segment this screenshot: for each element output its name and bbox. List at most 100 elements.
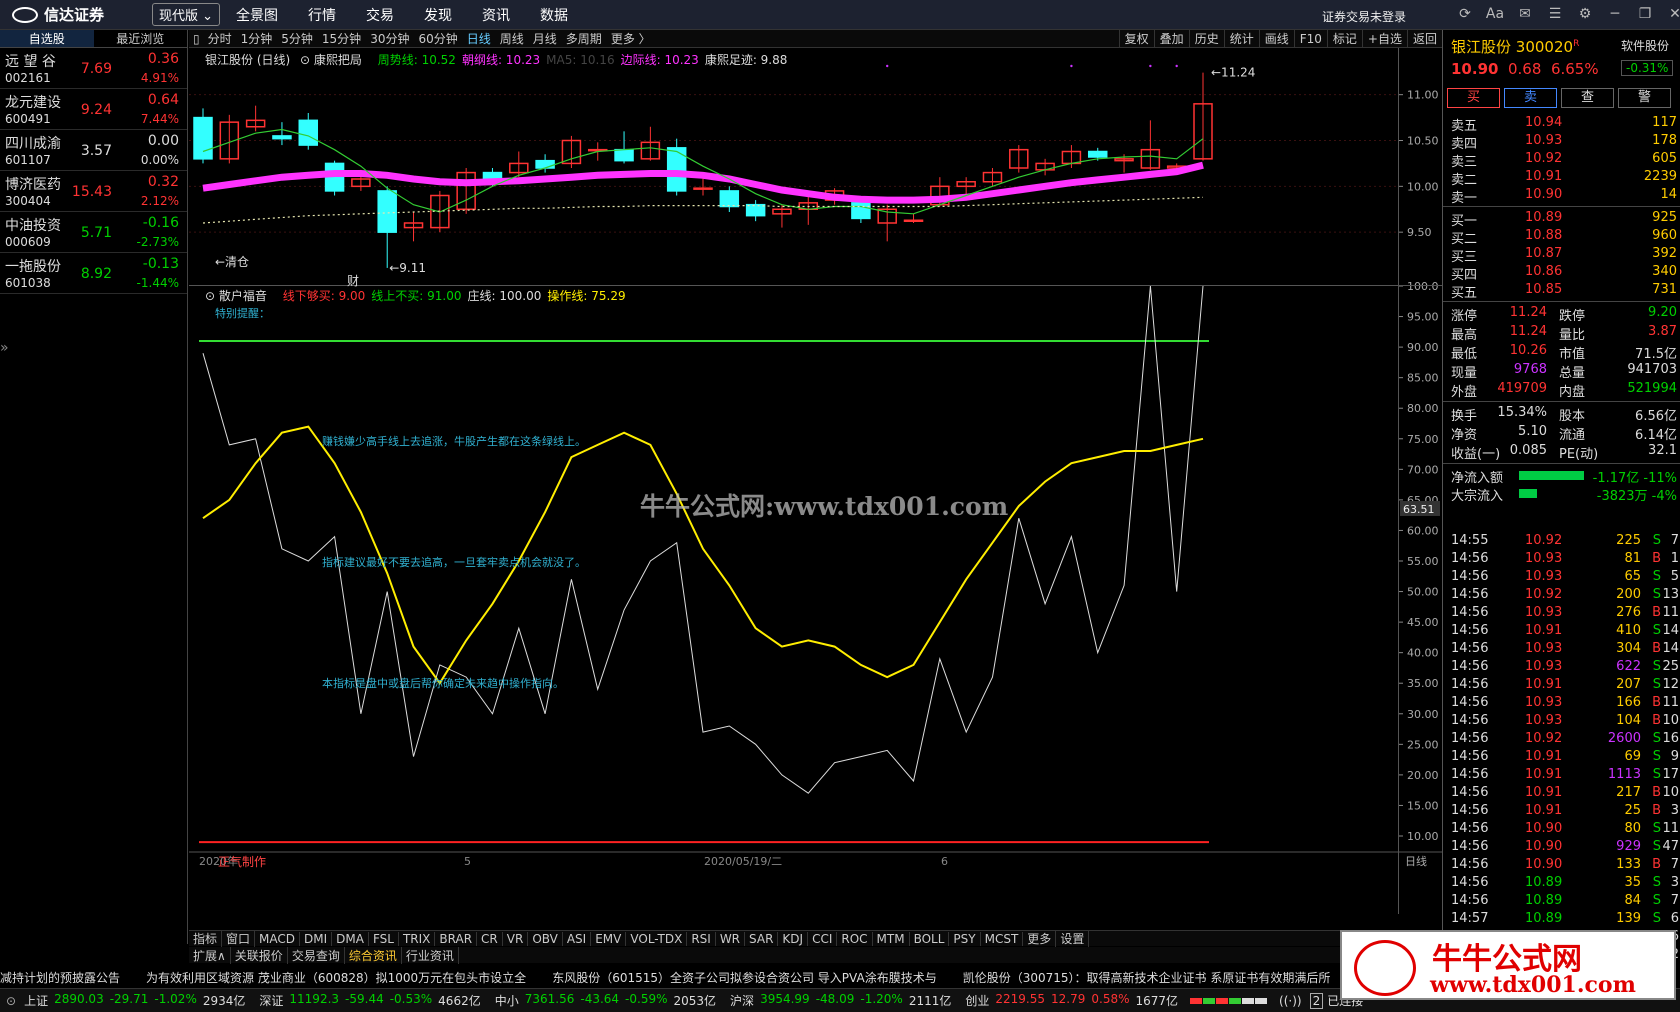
chart-tool-button[interactable]: +自选 [1361,30,1407,48]
info-tab[interactable]: 关联报价 [231,946,288,964]
indicator-tab[interactable]: TRIX [399,931,436,946]
menu-quotes[interactable]: 行情 [308,5,336,25]
ask-row[interactable]: 卖五 10.94 117 [1443,114,1680,134]
indicator-tab[interactable]: DMA [332,931,369,946]
period-tab[interactable]: 分时 [208,30,232,47]
refresh-icon[interactable]: ⟳ [1450,6,1480,22]
toggle-icon[interactable]: ▯ [193,32,200,46]
watchlist-row[interactable]: 龙元建设 600491 9.24 0.64 7.44% [0,89,187,130]
news-item[interactable]: 为有效利用区域资源 茂业商业（600828）拟1000万元在包头市设立全 [146,971,526,985]
bid-row[interactable]: 买四 10.86 340 [1443,263,1680,283]
indicator-tab[interactable]: PSY [949,931,981,946]
watchlist-row[interactable]: 一拖股份 601038 8.92 -0.13 -1.44% [0,253,187,294]
candle-body[interactable] [298,119,319,146]
menu-news[interactable]: 资讯 [482,5,510,25]
login-status[interactable]: 证券交易未登录 [1322,8,1406,25]
buy-button[interactable]: 买 [1447,88,1500,108]
ask-row[interactable]: 卖二 10.91 2239 [1443,168,1680,188]
candle-body[interactable] [535,159,555,169]
indicator-tab[interactable]: 指标 [189,930,223,947]
indicator-tab[interactable]: DMI [300,931,333,946]
status-toggle-icon[interactable]: ⊙ [6,994,16,1008]
candle-body[interactable] [903,219,924,222]
minimize-icon[interactable]: ─ [1600,6,1630,22]
chart-tool-button[interactable]: 标记 [1326,30,1362,48]
indicator-tab[interactable]: ROC [837,931,873,946]
query-button[interactable]: 查 [1561,88,1614,108]
indicator-tab[interactable]: OBV [528,931,563,946]
candle-body[interactable] [193,116,213,160]
candle-body[interactable] [666,147,687,192]
ask-row[interactable]: 卖四 10.93 178 [1443,132,1680,152]
index-item[interactable]: 创业 2219.55 12.79 0.58% 1677亿 [965,992,1184,1009]
indicator-tab[interactable]: MACD [255,931,301,946]
watchlist-row[interactable]: 博济医药 300404 15.43 0.32 2.12% [0,171,187,212]
chart-tool-button[interactable]: F10 [1293,30,1327,48]
chart-tool-button[interactable]: 返回 [1406,30,1442,48]
menu-discover[interactable]: 发现 [424,5,452,25]
close-icon[interactable]: ✕ [1660,6,1680,22]
indicator-tab[interactable]: MCST [981,931,1024,946]
period-tab[interactable]: 月线 [533,30,557,47]
index-item[interactable]: 深证 11192.3 -59.44 -0.53% 4662亿 [259,992,486,1009]
indicator-tab[interactable]: 窗口 [222,930,256,947]
indicator-tab[interactable]: CCI [808,931,838,946]
pane-separator[interactable] [189,285,1442,286]
indicator-tab[interactable]: MTM [873,931,910,946]
index-item[interactable]: 中小 7361.56 -43.64 -0.59% 2053亿 [495,992,722,1009]
chart-tool-button[interactable]: 统计 [1223,30,1259,48]
indicator-tab[interactable]: RSI [687,931,716,946]
indicator-tab[interactable]: EMV [591,931,627,946]
chart-tool-button[interactable]: 复权 [1118,30,1154,48]
menu-panorama[interactable]: 全景图 [236,5,278,25]
font-icon[interactable]: Aa [1480,6,1510,22]
indicator-tab[interactable]: SAR [745,931,779,946]
indicator-tab[interactable]: CR [477,931,503,946]
news-item[interactable]: 凯伦股份（300715）：取得高新技术企业证书 系原证书有效期满后所 [963,971,1331,985]
index-item[interactable]: 沪深 3954.99 -48.09 -1.20% 2111亿 [730,992,957,1009]
indicator-tab[interactable]: ASI [563,931,592,946]
ad-banner[interactable]: 牛牛公式网 www.tdx001.com [1340,930,1676,1000]
chart-tool-button[interactable]: 历史 [1188,30,1224,48]
news-item[interactable]: 东风股份（601515）全资子公司拟参设合资公司 导入PVA涂布膜技术与 [552,971,937,985]
indicator-tab[interactable]: WR [716,931,746,946]
chart-tool-button[interactable]: 叠加 [1153,30,1189,48]
tab-recent[interactable]: 最近浏览 [94,30,188,47]
candle-body[interactable] [272,135,292,140]
candle-body[interactable] [377,190,397,233]
candle-body[interactable] [745,203,766,217]
period-tab[interactable]: 1分钟 [241,30,273,47]
indicator-tab[interactable]: 设置 [1056,930,1090,947]
alert-button[interactable]: 警 [1618,88,1671,108]
watchlist-row[interactable]: 中油投资 000609 5.71 -0.16 -2.73% [0,212,187,253]
indicator-select[interactable]: ⊙ 康熙把局 [300,53,368,67]
period-tab[interactable]: 周线 [500,30,524,47]
info-tab[interactable]: 行业资讯 [402,946,459,964]
mail-icon[interactable]: ✉ [1510,6,1540,22]
bid-row[interactable]: 买三 10.87 392 [1443,245,1680,265]
info-tab[interactable]: 扩展∧ [189,946,231,964]
indicator-tab[interactable]: BRAR [435,931,478,946]
period-tab[interactable]: 30分钟 [370,30,409,47]
indicator-tab[interactable]: 更多 [1023,930,1057,947]
chart-tool-button[interactable]: 画线 [1258,30,1294,48]
settings-icon[interactable]: ⚙ [1570,6,1600,22]
version-select[interactable]: 现代版 ⌄ [152,3,221,26]
candle-body[interactable] [851,202,871,220]
ask-row[interactable]: 卖一 10.90 14 [1443,186,1680,206]
sell-button[interactable]: 卖 [1504,88,1557,108]
ask-row[interactable]: 卖三 10.92 605 [1443,150,1680,170]
indicator-tab[interactable]: VOL-TDX [626,931,688,946]
watchlist-row[interactable]: 远 望 谷 002161 7.69 0.36 4.91% [0,48,187,89]
info-tab[interactable]: 交易查询 [288,946,345,964]
period-tab[interactable]: 60分钟 [418,30,457,47]
bid-row[interactable]: 买一 10.89 925 [1443,209,1680,229]
info-tab[interactable]: 综合资讯 [345,946,402,964]
candle-body[interactable] [1087,150,1108,158]
menu-data[interactable]: 数据 [540,5,568,25]
news-item[interactable]: 减持计划的预披露公告 [0,971,120,985]
menu-trade[interactable]: 交易 [366,5,394,25]
candle-body[interactable] [693,187,713,190]
index-item[interactable]: 上证 2890.03 -29.71 -1.02% 2934亿 [24,992,251,1009]
bid-row[interactable]: 买五 10.85 731 [1443,281,1680,301]
